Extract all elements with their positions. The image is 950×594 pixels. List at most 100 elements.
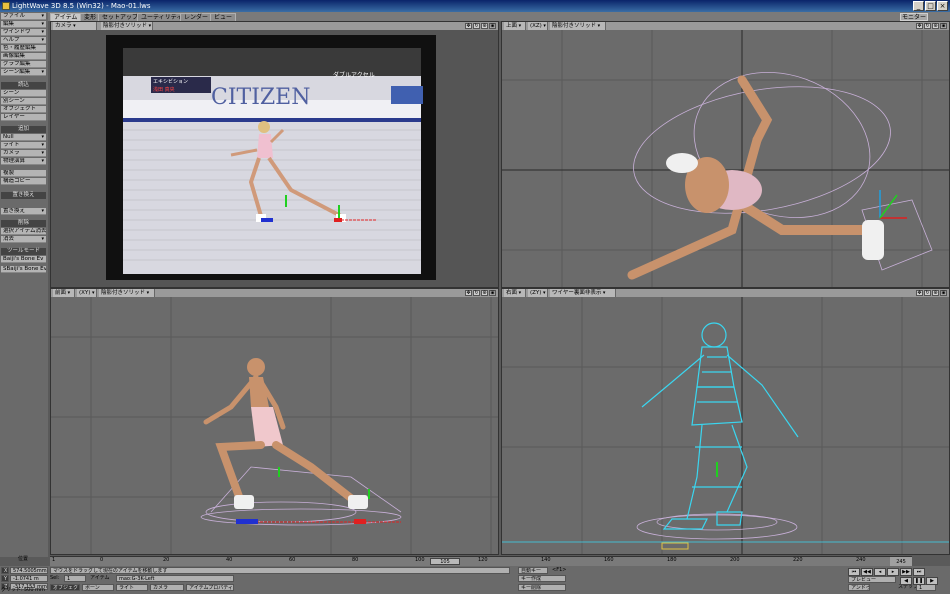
front-viewport-canvas[interactable] — [51, 297, 498, 554]
clear-button[interactable]: 消去 — [1, 236, 46, 243]
zoom-icon[interactable]: ⊕ — [481, 23, 488, 29]
view-type-select[interactable]: 右面 — [504, 289, 526, 297]
tab-utilities[interactable]: ユーティリティ — [137, 13, 187, 21]
auto-key-button[interactable]: 自動キー — [518, 567, 548, 574]
maximize-viewport-icon[interactable]: ▣ — [489, 290, 496, 296]
menu-image-edit[interactable]: 画像編集 — [1, 53, 46, 60]
tab-modify[interactable]: 変形 — [80, 13, 101, 21]
mode-bones-button[interactable]: ボーン — [82, 584, 114, 591]
play-reverse-icon[interactable]: ◀ — [900, 577, 912, 585]
zoom-icon[interactable]: ⊕ — [481, 290, 488, 296]
rotate-icon[interactable]: ↻ — [924, 23, 931, 29]
y-axis-toggle[interactable]: Y — [1, 575, 9, 582]
rotate-icon[interactable]: ↻ — [924, 290, 931, 296]
load-other-scene-button[interactable]: 別シーン — [1, 98, 46, 105]
pan-icon[interactable]: ✥ — [916, 290, 923, 296]
menu-scene-edit[interactable]: シーン編集 — [1, 69, 46, 76]
load-object-button[interactable]: オブジェクト — [1, 106, 46, 113]
viewport-right[interactable]: 右面 (ZY) ワイヤー裏面非表示 ✥ ↻ ⊕ ▣ — [501, 288, 950, 555]
shading-select[interactable]: 陰影付きソリッド — [99, 289, 155, 297]
menu-window[interactable]: ウインドウ — [1, 29, 46, 36]
plugin-bone-ev-button[interactable]: Baiji's Bone Ev — [1, 256, 46, 263]
item-properties-button[interactable]: アイテムプロパティ — [186, 584, 234, 591]
play-icon[interactable]: ▶ — [926, 577, 938, 585]
rotate-icon[interactable]: ↻ — [473, 23, 480, 29]
maximize-viewport-icon[interactable]: ▣ — [489, 23, 496, 29]
skater-front-figure — [203, 358, 368, 509]
menu-edit[interactable]: 編集 — [1, 21, 46, 28]
menu-history-edit[interactable]: 色・履歴編集 — [1, 45, 46, 52]
tab-setup[interactable]: セットアップ — [98, 13, 143, 21]
view-type-select[interactable]: カメラ — [53, 22, 97, 30]
tab-item[interactable]: アイテム — [50, 13, 82, 21]
viewport-header: 右面 (ZY) ワイヤー裏面非表示 ✥ ↻ ⊕ ▣ — [502, 289, 949, 297]
replace-button[interactable]: 置き換え — [1, 208, 46, 215]
prev-key-icon[interactable]: ◀◀ — [861, 568, 873, 576]
pan-icon[interactable]: ✥ — [916, 23, 923, 29]
current-item-select[interactable]: mao:G-3K-Left — [116, 575, 234, 582]
clone-button[interactable]: 複製 — [1, 170, 46, 177]
delete-key-button[interactable]: キー削除 — [518, 584, 566, 591]
next-key-icon[interactable]: ▶▶ — [900, 568, 912, 576]
top-viewport-canvas[interactable] — [502, 30, 949, 287]
last-frame-icon[interactable]: ⏭ — [913, 568, 925, 576]
load-layer-button[interactable]: レイヤー — [1, 114, 46, 121]
zoom-icon[interactable]: ⊕ — [932, 290, 939, 296]
add-null-button[interactable]: Null — [1, 134, 46, 141]
maximize-viewport-icon[interactable]: ▣ — [940, 23, 947, 29]
load-scene-button[interactable]: シーン — [1, 90, 46, 97]
view-type-select[interactable]: 前面 — [53, 289, 75, 297]
minimize-button[interactable]: _ — [913, 1, 924, 11]
zoom-icon[interactable]: ⊕ — [932, 23, 939, 29]
maximize-viewport-icon[interactable]: ▣ — [940, 290, 947, 296]
plugin-sbone-ev-button[interactable]: SBaiji's Bone Ev — [1, 266, 46, 273]
step-field[interactable]: 1 — [916, 584, 936, 591]
right-viewport-canvas[interactable] — [502, 297, 949, 554]
tick-label: 60 — [289, 557, 296, 563]
mode-cameras-button[interactable]: カメラ — [150, 584, 184, 591]
tab-bar: アイテム 変形 セットアップ ユーティリティ レンダー ビュー モニター — [0, 12, 950, 21]
axis-select[interactable]: (ZY) — [528, 289, 548, 297]
shading-select[interactable]: 陰影付きソリッド — [101, 22, 153, 30]
transform-gizmo[interactable] — [661, 462, 718, 550]
shading-select[interactable]: ワイヤー裏面非表示 — [550, 289, 616, 297]
mode-objects-button[interactable]: オブジェクト — [50, 584, 80, 591]
pan-icon[interactable]: ✥ — [465, 290, 472, 296]
prev-frame-icon[interactable]: ◂ — [874, 568, 886, 576]
undo-button[interactable]: アンドゥ — [848, 584, 870, 591]
y-position-field[interactable]: -1.0741 m — [10, 575, 48, 582]
close-button[interactable]: × — [937, 1, 948, 11]
viewport-camera[interactable]: カメラ 陰影付きソリッド ✥ ↻ ⊕ ▣ CITIZEN エキシビション 浅田 … — [50, 21, 499, 288]
pause-icon[interactable]: ❚❚ — [913, 577, 925, 585]
current-frame-slider[interactable]: 105 — [430, 558, 460, 565]
rotate-icon[interactable]: ↻ — [473, 290, 480, 296]
maximize-button[interactable]: □ — [925, 1, 936, 11]
monitor-button[interactable]: モニター — [900, 13, 928, 21]
axis-select[interactable]: (XZ) — [528, 22, 548, 30]
menu-help[interactable]: ヘルプ — [1, 37, 46, 44]
axis-select[interactable]: (XY) — [77, 289, 97, 297]
view-type-select[interactable]: 上面 — [504, 22, 526, 30]
pan-icon[interactable]: ✥ — [465, 23, 472, 29]
next-frame-icon[interactable]: ▸ — [887, 568, 899, 576]
tab-view[interactable]: ビュー — [210, 13, 237, 21]
menu-file[interactable]: ファイル — [1, 13, 46, 20]
viewport-top[interactable]: 上面 (XZ) 陰影付きソリッド ✥ ↻ ⊕ ▣ — [501, 21, 950, 288]
camera-viewport-canvas[interactable]: CITIZEN エキシビション 浅田 真央 ダブルアクセル — [51, 30, 498, 287]
add-light-button[interactable]: ライト — [1, 142, 46, 149]
viewport-front[interactable]: 前面 (XY) 陰影付きソリッド ✥ ↻ ⊕ ▣ — [50, 288, 499, 555]
first-frame-icon[interactable]: ⏮ — [848, 568, 860, 576]
create-key-button[interactable]: キー作成 — [518, 575, 566, 582]
menu-graph-edit[interactable]: グラフ編集 — [1, 61, 46, 68]
add-camera-button[interactable]: カメラ — [1, 150, 46, 157]
tab-render[interactable]: レンダー — [180, 13, 213, 21]
timeline-scrubber[interactable]: 1 0 20 40 60 80 100 120 140 160 180 200 … — [50, 556, 912, 567]
x-axis-toggle[interactable]: X — [1, 567, 9, 574]
x-position-field[interactable]: 574.5005mm — [10, 567, 48, 574]
shading-select[interactable]: 陰影付きソリッド — [550, 22, 606, 30]
mirror-copy-button[interactable]: 構造コピー — [1, 178, 46, 185]
clear-selected-button[interactable]: 選択アイテム消去 — [1, 228, 46, 235]
mode-lights-button[interactable]: ライト — [116, 584, 148, 591]
preview-select[interactable]: プレビュー — [848, 576, 896, 583]
add-physics-button[interactable]: 物理演算 — [1, 158, 46, 165]
